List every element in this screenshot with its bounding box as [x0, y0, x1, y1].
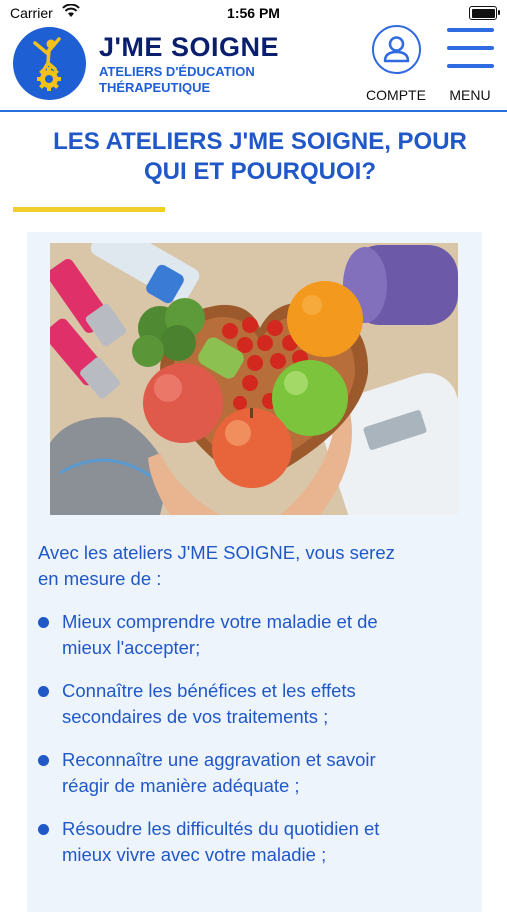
title-underline: [13, 207, 165, 212]
intro-line2: en mesure de :: [38, 568, 162, 589]
list-item-line2: secondaires de vos traitements ;: [62, 706, 329, 727]
clock: 1:56 PM: [227, 5, 280, 21]
header-divider: [0, 110, 507, 112]
battery-icon: [469, 6, 500, 20]
intro-line1: Avec les ateliers J'ME SOIGNE, vous sere…: [38, 542, 395, 563]
list-item-line1: Connaître les bénéfices et les effets: [62, 680, 356, 701]
account-button[interactable]: COMPTE: [362, 24, 434, 108]
list-item: Reconnaître une aggravation et savoir ré…: [38, 747, 468, 799]
bullet-dot-icon: [38, 617, 49, 628]
list-item-line2: réagir de manière adéquate ;: [62, 775, 300, 796]
benefits-list: Mieux comprendre votre maladie et de mie…: [38, 609, 468, 885]
bullet-dot-icon: [38, 686, 49, 697]
list-item-line1: Reconnaître une aggravation et savoir: [62, 749, 376, 770]
list-item-line1: Mieux comprendre votre maladie et de: [62, 611, 378, 632]
page-title-line1: LES ATELIERS J'ME SOIGNE, POUR: [53, 128, 467, 155]
page-title: LES ATELIERS J'ME SOIGNE, POUR QUI ET PO…: [20, 127, 500, 187]
brand-title: J'ME SOIGNE: [99, 32, 279, 62]
logo-icon[interactable]: [13, 27, 86, 100]
list-item: Mieux comprendre votre maladie et de mie…: [38, 609, 468, 661]
brand-subtitle-line2: THÉRAPEUTIQUE: [99, 80, 211, 95]
status-bar: Carrier 1:56 PM: [0, 0, 507, 24]
menu-button[interactable]: MENU: [439, 24, 501, 108]
account-label: COMPTE: [366, 87, 426, 103]
content-card: Avec les ateliers J'ME SOIGNE, vous sere…: [27, 232, 482, 912]
list-item-line1: Résoudre les difficultés du quotidien et: [62, 818, 380, 839]
brand-subtitle: ATELIERS D'ÉDUCATION THÉRAPEUTIQUE: [99, 64, 299, 96]
healthy-lifestyle-photo: [50, 243, 458, 515]
intro-text: Avec les ateliers J'ME SOIGNE, vous sere…: [38, 540, 468, 592]
menu-label: MENU: [449, 87, 491, 103]
bullet-dot-icon: [38, 755, 49, 766]
account-icon: [372, 25, 421, 74]
bullet-dot-icon: [38, 824, 49, 835]
page-title-line2: QUI ET POURQUOI?: [143, 158, 376, 185]
list-item-line2: mieux vivre avec votre maladie ;: [62, 844, 327, 865]
brand-subtitle-line1: ATELIERS D'ÉDUCATION: [99, 64, 255, 79]
list-item: Connaître les bénéfices et les effets se…: [38, 678, 468, 730]
list-item-line2: mieux l'accepter;: [62, 637, 201, 658]
app-header: J'ME SOIGNE ATELIERS D'ÉDUCATION THÉRAPE…: [0, 24, 507, 110]
list-item: Résoudre les difficultés du quotidien et…: [38, 816, 468, 868]
